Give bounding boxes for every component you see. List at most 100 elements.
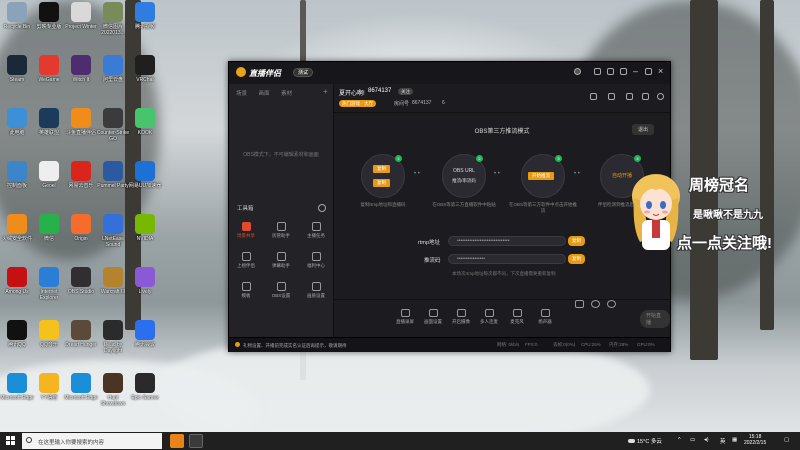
desktop-icon[interactable]: OBS Studio bbox=[64, 267, 98, 295]
layout-icon[interactable] bbox=[572, 300, 586, 308]
taskbar-app-obs[interactable] bbox=[189, 434, 203, 448]
desktop-icon-label: Warcraft III bbox=[100, 289, 126, 295]
menu-icon[interactable] bbox=[620, 68, 627, 75]
desktop-icon[interactable]: 阿里云盘 bbox=[96, 55, 130, 83]
desktop-icon[interactable]: 微信图片 2022013... bbox=[96, 2, 130, 36]
tools-settings-icon[interactable] bbox=[318, 204, 326, 212]
desktop-icon[interactable]: 腾讯视频 bbox=[128, 2, 162, 30]
desktop-icon[interactable]: Geoel bbox=[32, 161, 66, 189]
start-live-button[interactable]: 开始直播 bbox=[640, 310, 670, 328]
desktop-icon[interactable]: KOOK bbox=[128, 108, 162, 136]
tab-canvas[interactable]: 画面 bbox=[259, 91, 270, 97]
taskbar-clock[interactable]: 15:18 2022/2/15 bbox=[744, 434, 766, 446]
bottom-toolbar-item[interactable]: 扬声器 bbox=[530, 309, 560, 325]
desktop-icon[interactable]: Recycle Bin bbox=[0, 2, 34, 30]
tab-material[interactable]: 素材 bbox=[281, 91, 292, 97]
desktop-icon[interactable]: Witch It bbox=[64, 55, 98, 83]
step-1-copy-code[interactable]: 复制 bbox=[373, 179, 390, 187]
desktop-icon[interactable]: Microsoft Edge bbox=[64, 373, 98, 401]
tool-item[interactable]: 场景共享 bbox=[229, 222, 263, 239]
desktop-icon[interactable]: 网易云音乐 bbox=[64, 161, 98, 189]
desktop-icon[interactable]: 火绒安全软件 bbox=[0, 214, 34, 242]
desktop-icon[interactable]: LNetEase Sound bbox=[96, 214, 130, 248]
desktop-icon[interactable]: Dread Hunger bbox=[64, 320, 98, 348]
exit-mode-button[interactable]: 退出 bbox=[632, 124, 655, 135]
tool-item[interactable]: OBS设置 bbox=[264, 282, 298, 299]
desktop-icon[interactable]: 斗鱼直播伴侣 bbox=[64, 108, 98, 136]
shield-icon[interactable] bbox=[594, 68, 601, 75]
copy-code-button[interactable]: 复制 bbox=[568, 254, 585, 264]
desktop-icon[interactable]: Pummel Party bbox=[96, 161, 130, 189]
step-1-copy-rtmp[interactable]: 复制 bbox=[373, 165, 390, 173]
desktop-icon[interactable]: 腾讯会议 bbox=[128, 320, 162, 348]
tool-item[interactable]: 主播任务 bbox=[299, 222, 333, 239]
desktop-icon[interactable]: Epic Games bbox=[128, 373, 162, 401]
share-network-icon[interactable] bbox=[657, 93, 664, 100]
user-avatar-icon[interactable] bbox=[574, 68, 581, 75]
bottom-toolbar-item[interactable]: 开启摄像 bbox=[446, 309, 476, 325]
ime-icon[interactable]: ▦ bbox=[732, 437, 737, 443]
camera-icon[interactable] bbox=[590, 93, 597, 100]
desktop-icon[interactable]: Steam bbox=[0, 55, 34, 83]
desktop-icon[interactable]: 剪映专业版 bbox=[32, 2, 66, 30]
desktop-icon[interactable]: Microsoft Edge bbox=[0, 373, 34, 401]
desktop-icon[interactable]: 控制面板 bbox=[0, 161, 34, 189]
bottom-toolbar-item[interactable]: 麦克风 bbox=[502, 309, 532, 325]
tool-item[interactable]: 福利中心 bbox=[299, 252, 333, 269]
desktop-icon[interactable]: 网易UU加速器 bbox=[128, 161, 162, 189]
desktop-icon[interactable]: Dead by Daylight bbox=[96, 320, 130, 354]
message-icon[interactable] bbox=[626, 93, 633, 100]
maximize-icon[interactable] bbox=[645, 68, 652, 75]
notification-icon[interactable]: ▢ bbox=[784, 437, 789, 443]
volume-icon[interactable]: ◂) bbox=[704, 437, 709, 443]
desktop-icon[interactable]: Hunt Showdown bbox=[96, 373, 130, 407]
desktop-icon[interactable]: Internet Explorer bbox=[32, 267, 66, 301]
share-icon[interactable] bbox=[608, 93, 615, 100]
minimize-icon[interactable]: – bbox=[633, 66, 638, 76]
tool-item[interactable]: 上榜伴侣 bbox=[229, 252, 263, 269]
desktop-icon[interactable]: Warcraft III bbox=[96, 267, 130, 295]
desktop-icon[interactable]: NVIDIA bbox=[128, 214, 162, 242]
desktop-icon[interactable]: WeGame bbox=[32, 55, 66, 83]
desktop-icon[interactable]: QQ音乐 bbox=[32, 320, 66, 348]
version-badge[interactable]: 测试 bbox=[293, 68, 314, 77]
bell-icon[interactable] bbox=[642, 93, 649, 100]
tool-item[interactable]: 弹幕助手 bbox=[264, 252, 298, 269]
settings-gear-icon[interactable] bbox=[604, 300, 618, 308]
tool-item[interactable]: 模板 bbox=[229, 282, 263, 299]
network-icon[interactable]: ▭ bbox=[690, 437, 695, 443]
bottom-toolbar-item[interactable]: 画面设置 bbox=[418, 309, 448, 325]
desktop-icon[interactable]: 腾讯QQ bbox=[0, 320, 34, 348]
desktop-icon[interactable]: Among Us bbox=[0, 267, 34, 295]
desktop-icon[interactable]: Origin bbox=[64, 214, 98, 242]
rtmp-field[interactable]: •••••••••••••••••••••••••••••• bbox=[448, 236, 566, 246]
tool-item[interactable]: 房管助手 bbox=[264, 222, 298, 239]
desktop-icon[interactable]: YY语音 bbox=[32, 373, 66, 401]
record-icon[interactable] bbox=[588, 300, 602, 308]
desktop-icon[interactable]: Project Winter bbox=[64, 2, 98, 30]
desktop-icon[interactable]: 此电脑 bbox=[0, 108, 34, 136]
category-tag[interactable]: 热门游戏 · 大厅 bbox=[339, 100, 376, 107]
stream-code-field[interactable]: •••••••••••••••• bbox=[448, 254, 566, 264]
weather-widget[interactable]: 15°C 多云 bbox=[628, 437, 662, 445]
add-icon[interactable]: + bbox=[323, 87, 328, 96]
bottom-toolbar-item[interactable]: 多人连麦 bbox=[474, 309, 504, 325]
windows-start-icon[interactable] bbox=[6, 436, 16, 446]
desktop-icon[interactable]: VRChat bbox=[128, 55, 162, 83]
desktop-icon[interactable]: 英雄联盟 bbox=[32, 108, 66, 136]
tray-chevron-icon[interactable]: ^ bbox=[678, 437, 681, 443]
input-language[interactable]: 英 bbox=[720, 437, 726, 445]
bottom-toolbar-item[interactable]: 直播录屏 bbox=[390, 309, 420, 325]
close-icon[interactable]: × bbox=[658, 66, 663, 76]
follow-badge[interactable]: 关注 bbox=[398, 88, 413, 95]
step-3-start-push[interactable]: 开始推流 bbox=[528, 172, 554, 180]
tab-scene[interactable]: 场景 bbox=[236, 91, 247, 97]
desktop-icon[interactable]: Counter-Strike GO bbox=[96, 108, 130, 142]
desktop-icon[interactable]: Lively bbox=[128, 267, 162, 295]
tool-item[interactable]: 画质设置 bbox=[299, 282, 333, 299]
desktop-icon[interactable]: 微信 bbox=[32, 214, 66, 242]
taskbar-search[interactable]: 在这里输入你要搜索的内容 bbox=[22, 433, 162, 449]
gift-icon[interactable] bbox=[607, 68, 614, 75]
copy-rtmp-button[interactable]: 复制 bbox=[568, 236, 585, 246]
taskbar-app-live-companion[interactable] bbox=[170, 434, 184, 448]
